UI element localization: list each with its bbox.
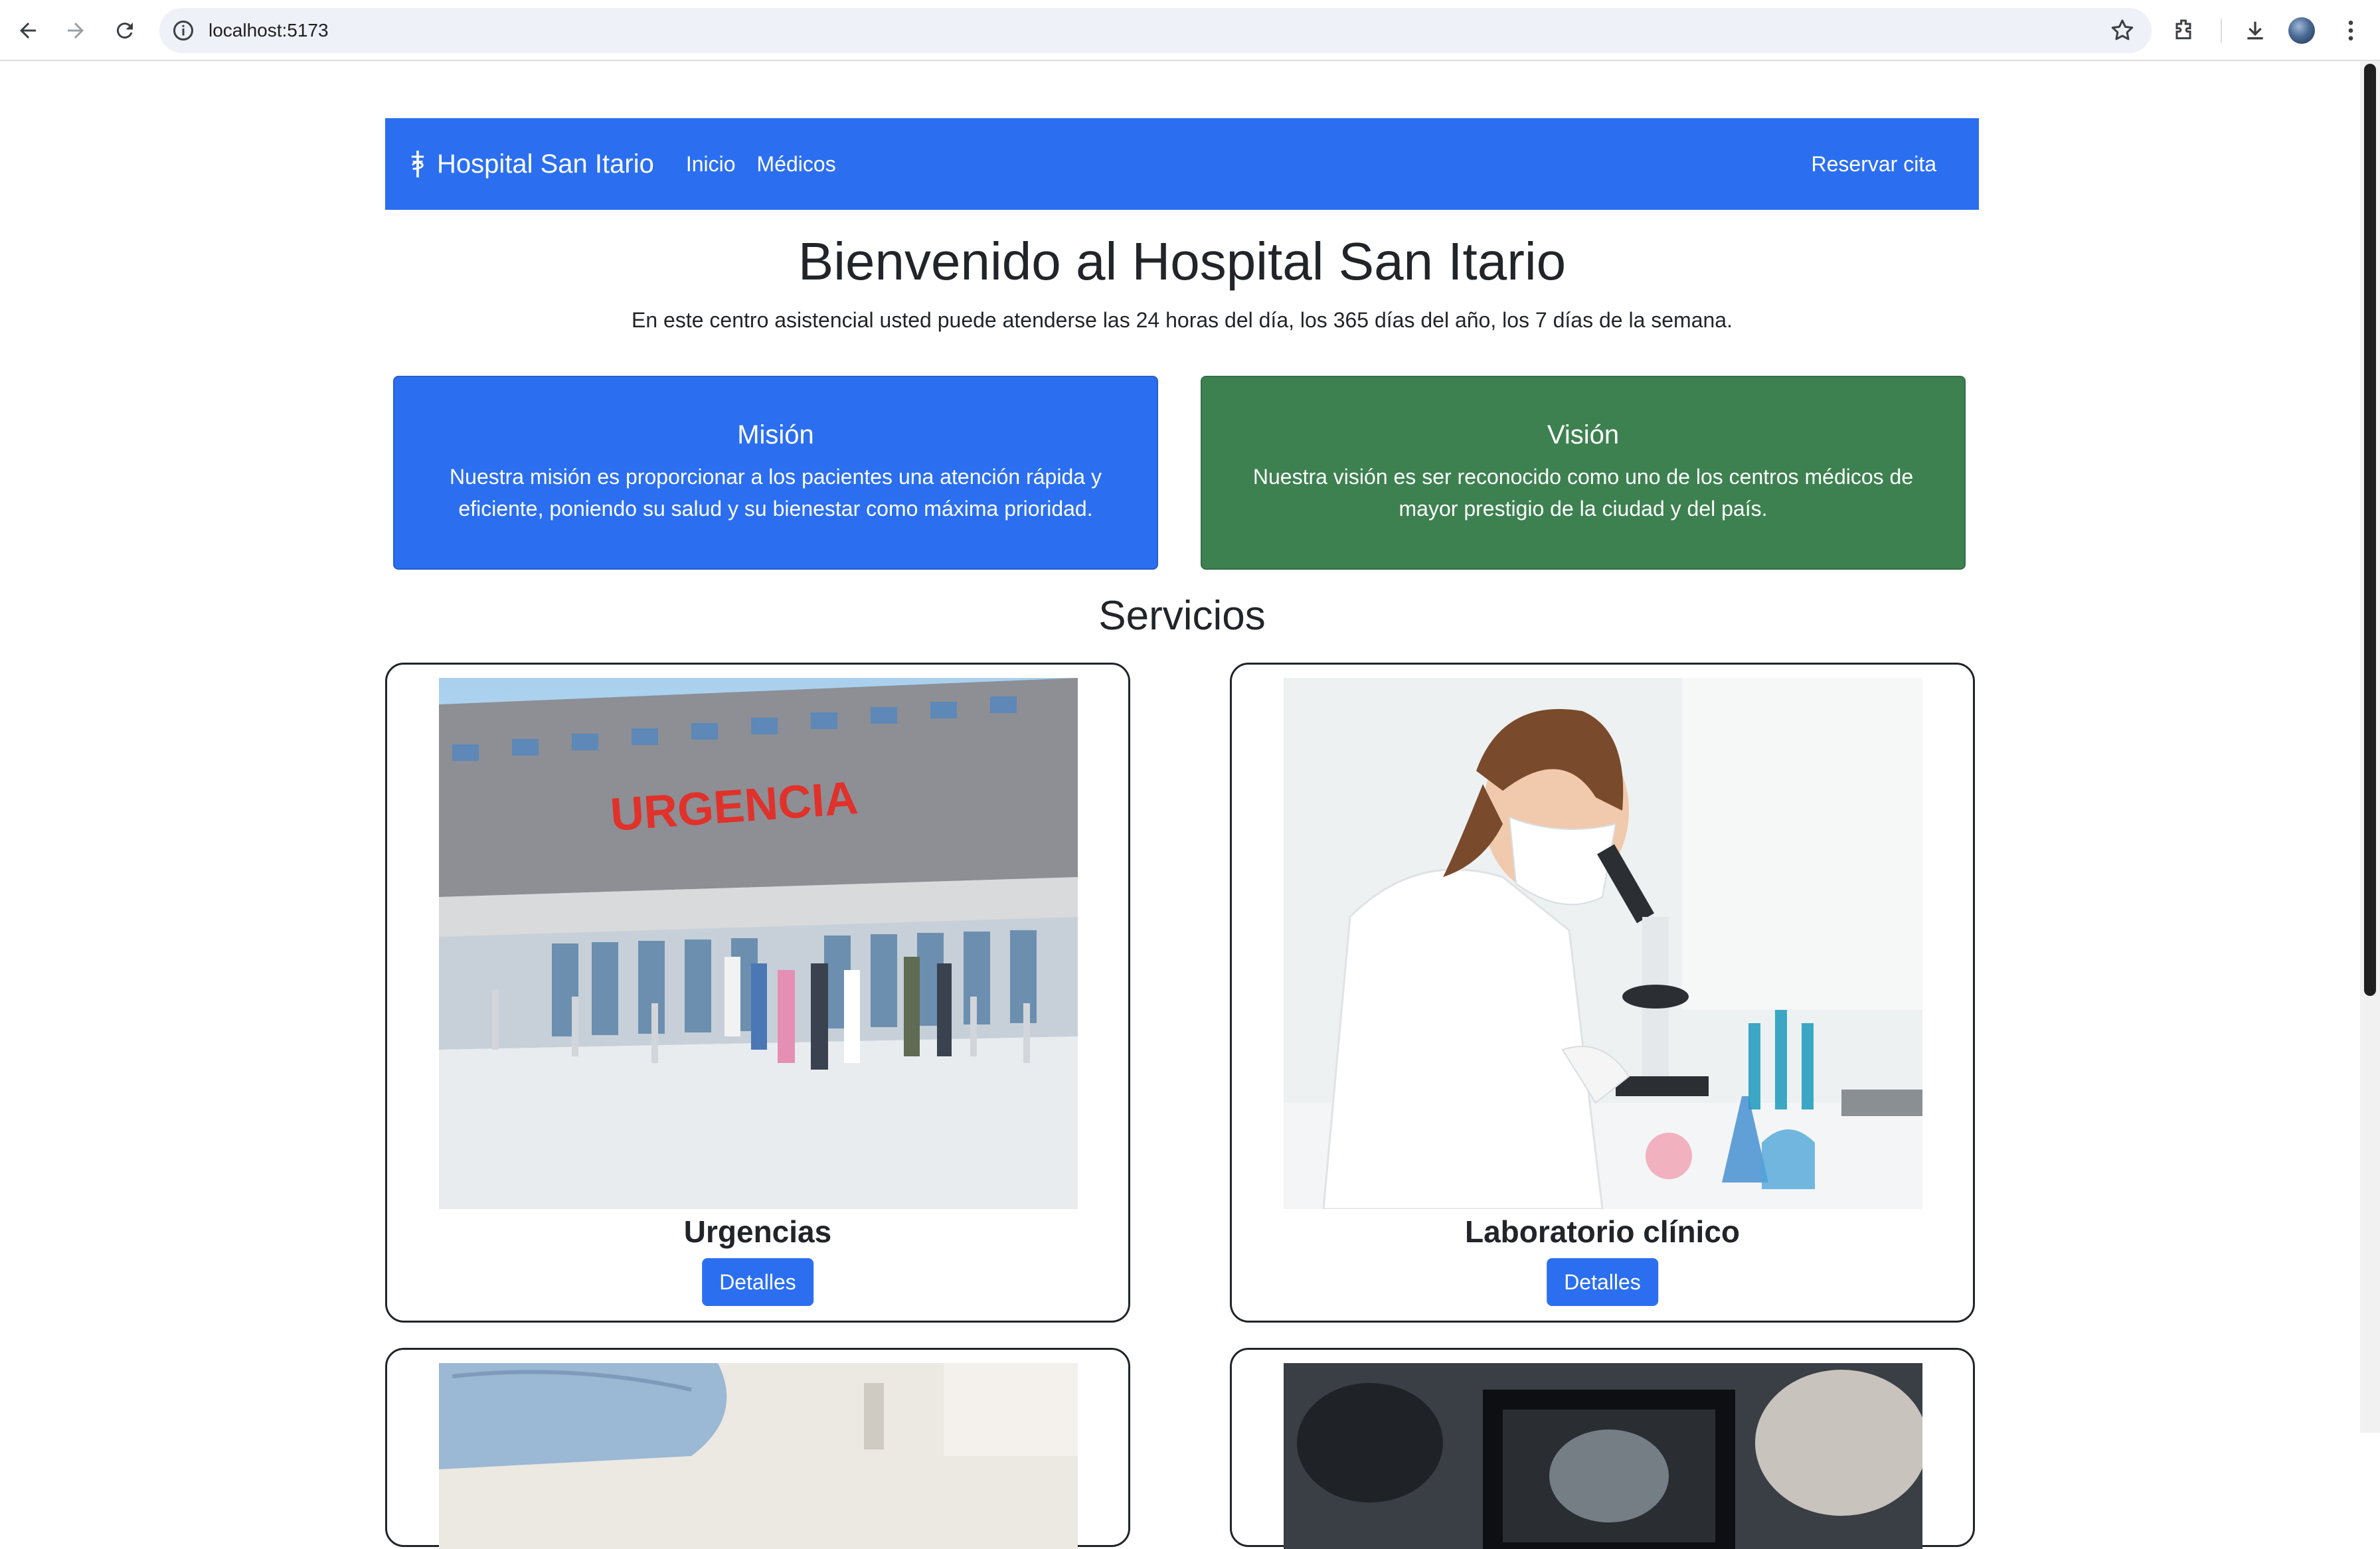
- arrow-left-icon: [20, 23, 36, 39]
- service-card-laboratorio: Laboratorio clínico Detalles: [1230, 663, 1975, 1323]
- mission-text: Nuestra misión es proporcionar a los pac…: [450, 465, 1102, 521]
- forward-button[interactable]: [57, 12, 94, 49]
- xray-consult-image: [1284, 1363, 1922, 1549]
- vision-title: Visión: [1547, 420, 1620, 449]
- service-image-laboratorio: [1284, 678, 1922, 1209]
- bookmark-star-icon[interactable]: [2109, 17, 2136, 44]
- address-bar[interactable]: localhost:5173: [159, 8, 2152, 53]
- mission-vision-row: Misión Nuestra misión es proporcionar a …: [385, 376, 1979, 570]
- caduceus-icon: [411, 150, 424, 178]
- reload-button[interactable]: [106, 12, 143, 49]
- service-card-urgencias: URGENCIA Urgencias Detalles: [385, 663, 1130, 1323]
- nav-link-inicio[interactable]: Inicio: [686, 152, 736, 177]
- page-content: Hospital San Itario Inicio Médicos Reser…: [385, 118, 1979, 643]
- hospital-building-image: URGENCIA: [439, 678, 1078, 1209]
- service-image-4: [1284, 1363, 1922, 1549]
- service-name: Laboratorio clínico: [1464, 1214, 1741, 1249]
- service-name: Urgencias: [683, 1214, 832, 1249]
- service-image-3: [439, 1363, 1078, 1549]
- vision-text: Nuestra visión es ser reconocido como un…: [1252, 465, 1914, 521]
- reload-icon: [116, 23, 133, 39]
- download-icon: [2247, 21, 2263, 40]
- profile-avatar[interactable]: [2288, 17, 2315, 44]
- page-title: Bienvenido al Hospital San Itario: [798, 232, 1567, 291]
- details-button[interactable]: Detalles: [1547, 1258, 1658, 1306]
- site-navbar: Hospital San Itario Inicio Médicos Reser…: [385, 118, 1979, 210]
- site-info-icon[interactable]: [171, 19, 195, 42]
- browser-menu-button[interactable]: [2332, 12, 2369, 49]
- details-button[interactable]: Detalles: [702, 1258, 813, 1306]
- back-button[interactable]: [9, 12, 46, 49]
- lab-scientist-image: [1284, 678, 1922, 1209]
- hero-subtitle: En este centro asistencial usted puede a…: [632, 308, 1733, 332]
- vision-card: Visión Nuestra visión es ser reconocido …: [1201, 376, 1966, 570]
- toolbar-divider: [2221, 19, 2222, 42]
- url-text[interactable]: localhost:5173: [209, 19, 329, 42]
- service-card-3: [385, 1348, 1130, 1549]
- brand-name: Hospital San Itario: [437, 149, 654, 179]
- scrollbar-thumb[interactable]: [2364, 64, 2376, 996]
- brand-link[interactable]: Hospital San Itario: [408, 149, 654, 179]
- mission-card: Misión Nuestra misión es proporcionar a …: [393, 376, 1158, 570]
- downloads-button[interactable]: [2237, 12, 2274, 49]
- services-title: Servicios: [1098, 593, 1266, 639]
- puzzle-icon: [2175, 19, 2191, 40]
- kebab-menu-icon: [2348, 21, 2353, 41]
- arrow-right-icon: [68, 23, 84, 39]
- browser-toolbar: localhost:5173: [0, 0, 2380, 61]
- mission-title: Misión: [737, 420, 814, 449]
- surgery-cap-image: [439, 1363, 1078, 1549]
- extensions-button[interactable]: [2165, 12, 2202, 49]
- service-card-4: [1230, 1348, 1975, 1549]
- service-image-urgencias: URGENCIA: [439, 678, 1078, 1209]
- book-appointment-link[interactable]: Reservar cita: [1812, 152, 1937, 177]
- nav-link-medicos[interactable]: Médicos: [757, 152, 836, 177]
